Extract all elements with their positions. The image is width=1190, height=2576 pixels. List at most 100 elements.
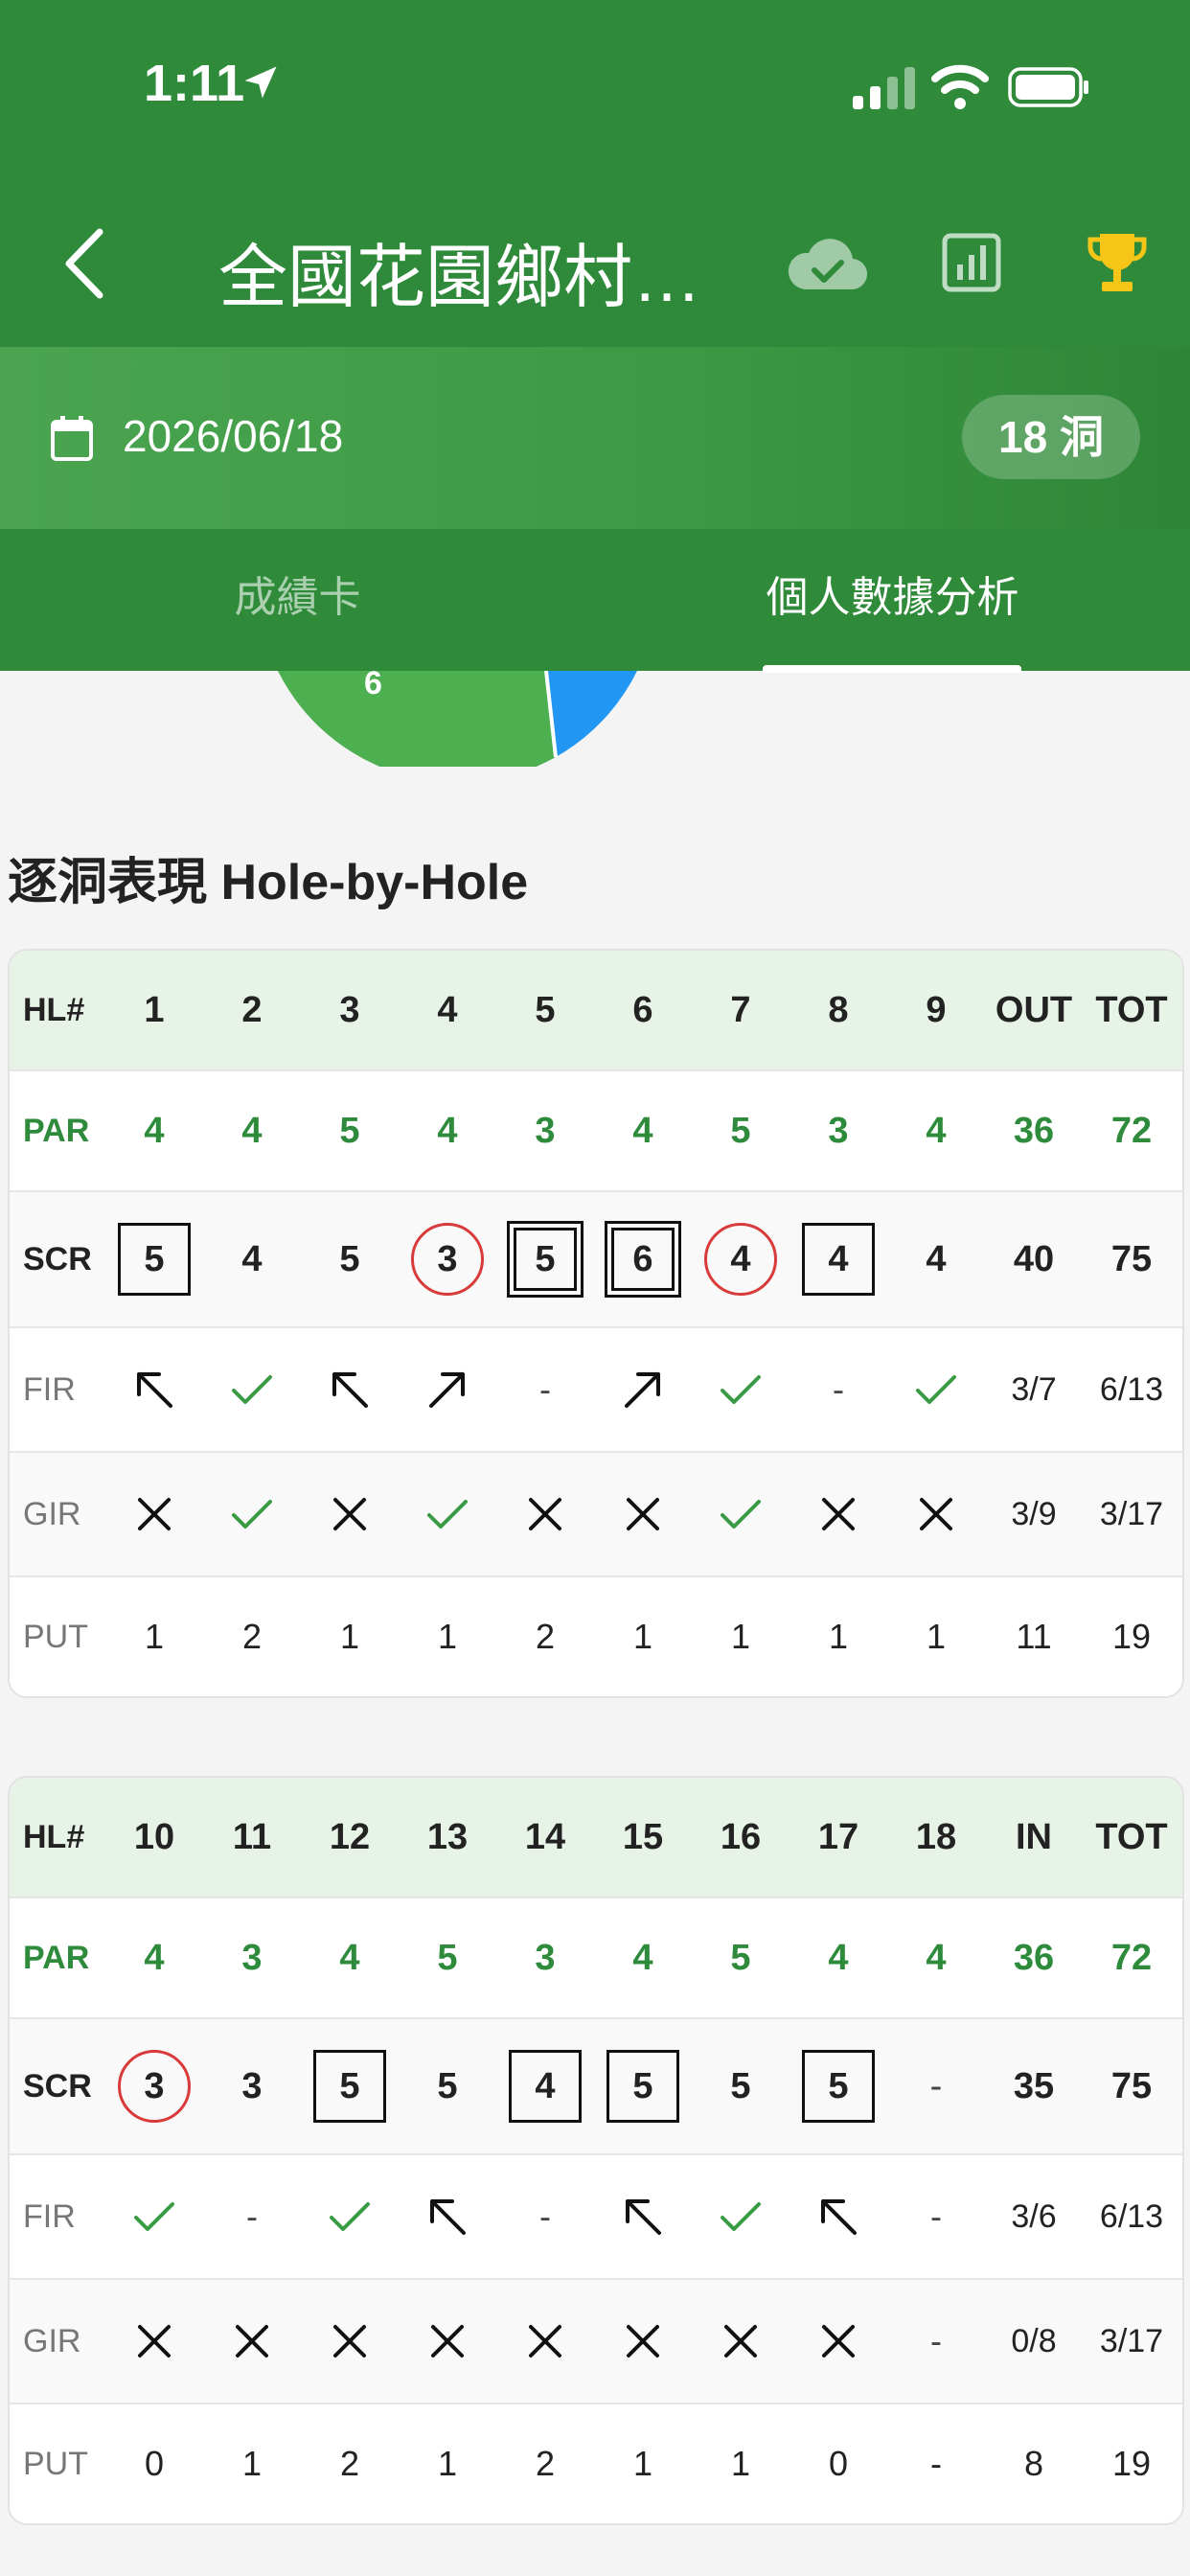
put-value: 1 xyxy=(632,2444,653,2483)
hole-number: 10 xyxy=(133,1816,175,1857)
fir-cell xyxy=(203,1328,301,1451)
arrow-up-left-icon xyxy=(821,2199,857,2235)
wifi-icon xyxy=(931,64,989,109)
double-bogey-mark: 5 xyxy=(507,1221,584,1298)
cross-icon xyxy=(822,2325,855,2358)
round-date: 2026/06/18 xyxy=(123,411,344,461)
round-info-bar: 2026/06/18 18 洞 xyxy=(0,347,1190,529)
hole-number: 9 xyxy=(926,989,947,1030)
score-total: 75 xyxy=(1110,2065,1153,2106)
par-value: 4 xyxy=(828,1937,849,1978)
section-title-hole-by-hole: 逐洞表現 Hole-by-Hole xyxy=(8,855,529,910)
put-value: 1 xyxy=(437,1617,458,1656)
par-value: 4 xyxy=(926,1937,947,1978)
tab-bar: 成績卡 個人數據分析 xyxy=(0,529,1190,673)
score-subtotal: 35 xyxy=(1013,2065,1055,2106)
score-cell: 5 xyxy=(790,2019,887,2153)
fir-total: 6/13 xyxy=(1099,2197,1164,2235)
put-value: 1 xyxy=(144,1617,165,1656)
put-value: 2 xyxy=(339,2444,360,2483)
check-icon xyxy=(721,1500,761,1529)
score-cell: 4 xyxy=(692,1192,790,1326)
gir-row: GIR - 0/8 3/17 xyxy=(10,2280,1182,2404)
score-value: 5 xyxy=(730,2065,751,2106)
total-header: TOT xyxy=(1095,1816,1168,1857)
put-value: 2 xyxy=(535,1617,556,1656)
check-icon xyxy=(330,2202,370,2231)
gir-cell xyxy=(692,1453,790,1576)
empty-dash: - xyxy=(246,2196,258,2236)
trophy-icon[interactable] xyxy=(1087,230,1148,295)
put-value: 1 xyxy=(437,2444,458,2483)
pie-slice-label: 6 xyxy=(364,671,382,702)
put-total: 19 xyxy=(1111,1617,1152,1656)
gir-cell xyxy=(203,1453,301,1576)
fir-cell: - xyxy=(203,2155,301,2278)
cross-icon xyxy=(138,2325,171,2358)
score-value: - xyxy=(929,2065,943,2106)
birdie-mark: 4 xyxy=(704,1223,777,1296)
gir-subtotal: 0/8 xyxy=(1011,2322,1057,2359)
par-value: 4 xyxy=(339,1937,360,1978)
fir-subtotal: 3/6 xyxy=(1011,2197,1057,2235)
put-row: PUT 0 1 2 1 2 1 1 0 - 8 19 xyxy=(10,2404,1182,2523)
gir-cell xyxy=(399,2280,496,2403)
par-total: 72 xyxy=(1110,1110,1153,1151)
hole-number: 17 xyxy=(817,1816,859,1857)
fir-cell xyxy=(594,1328,692,1451)
row-label-gir: GIR xyxy=(23,1495,81,1532)
arrow-up-right-icon xyxy=(429,1372,465,1408)
double-bogey-mark: 6 xyxy=(605,1221,681,1298)
gir-cell xyxy=(887,1453,985,1576)
birdie-mark: 3 xyxy=(118,2050,191,2123)
check-icon xyxy=(232,1375,272,1404)
front-nine-table: HL# 1 2 3 4 5 6 7 8 9 OUT TOT PAR 4 4 5 4 3 4 5 3 4 36 72 SCR 5 4 5… xyxy=(8,949,1184,1698)
tab-scorecard[interactable]: 成績卡 xyxy=(0,529,595,671)
score-cell: 3 xyxy=(399,1192,496,1326)
row-label-fir: FIR xyxy=(23,2197,76,2235)
gir-cell xyxy=(301,1453,399,1576)
empty-dash: - xyxy=(930,2196,942,2236)
gir-cell xyxy=(203,2280,301,2403)
arrow-up-left-icon xyxy=(626,2199,661,2235)
hole-number: 1 xyxy=(144,989,165,1030)
tab-personal-analysis[interactable]: 個人數據分析 xyxy=(595,529,1190,671)
row-label-score: SCR xyxy=(23,2067,92,2104)
fir-cell: - xyxy=(790,1328,887,1451)
put-value: 2 xyxy=(241,1617,263,1656)
gir-subtotal: 3/9 xyxy=(1011,1495,1057,1532)
hole-number: 14 xyxy=(524,1816,566,1857)
score-value: 4 xyxy=(926,1238,947,1279)
subtotal-header: IN xyxy=(1016,1816,1052,1857)
hole-number: 2 xyxy=(241,989,263,1030)
hole-number: 12 xyxy=(329,1816,371,1857)
par-value: 3 xyxy=(828,1110,849,1151)
bogey-mark: 5 xyxy=(802,2050,875,2123)
stats-chart-icon[interactable] xyxy=(941,232,1002,293)
empty-dash: - xyxy=(539,2196,551,2236)
total-header: TOT xyxy=(1095,989,1168,1030)
score-value: 5 xyxy=(437,2065,458,2106)
hole-number: 16 xyxy=(720,1816,762,1857)
row-label-put: PUT xyxy=(23,2445,88,2482)
battery-icon xyxy=(1008,67,1088,107)
cloud-synced-icon[interactable] xyxy=(786,234,868,295)
put-value: 1 xyxy=(730,1617,751,1656)
cross-icon xyxy=(236,2325,268,2358)
score-subtotal: 40 xyxy=(1013,1238,1055,1279)
pie-chart-partial: 6 xyxy=(278,671,637,767)
score-value: 6 xyxy=(611,1228,675,1291)
cellular-signal-icon xyxy=(853,67,915,109)
put-value: 1 xyxy=(730,2444,751,2483)
fir-cell xyxy=(399,2155,496,2278)
par-total: 72 xyxy=(1110,1937,1153,1978)
cross-icon xyxy=(333,1498,366,1530)
check-icon xyxy=(721,1375,761,1404)
bogey-mark: 5 xyxy=(118,1223,191,1296)
put-value: 2 xyxy=(535,2444,556,2483)
row-label-gir: GIR xyxy=(23,2322,81,2359)
arrow-up-right-icon xyxy=(625,1372,660,1408)
cross-icon xyxy=(920,1498,952,1530)
put-row: PUT 1 2 1 1 2 1 1 1 1 11 19 xyxy=(10,1577,1182,1696)
back-chevron-icon[interactable] xyxy=(57,226,115,301)
